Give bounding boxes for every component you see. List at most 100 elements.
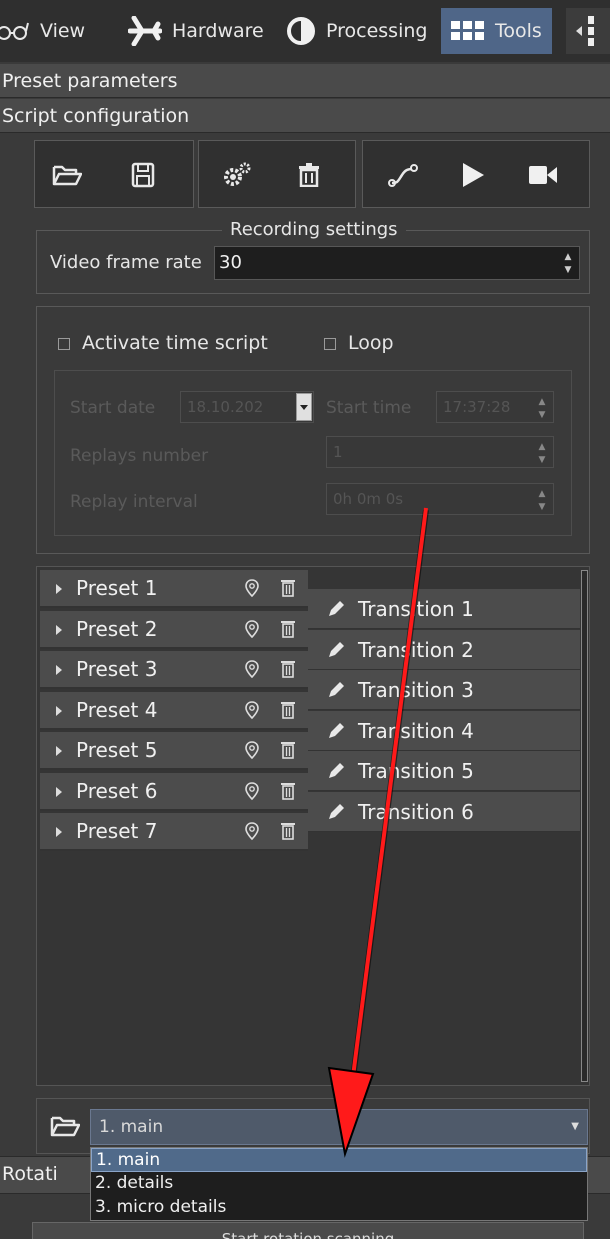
- script-select[interactable]: 1. main ▼: [90, 1109, 588, 1145]
- preset-label: Preset 3: [76, 657, 158, 681]
- save-button[interactable]: [123, 155, 163, 195]
- pencil-icon[interactable]: [326, 599, 346, 619]
- playback-toolbar: [362, 140, 590, 208]
- transition-item[interactable]: Transition 1: [308, 589, 580, 629]
- tab-tools-label: Tools: [495, 20, 542, 42]
- preset-item[interactable]: Preset 6: [40, 772, 308, 811]
- edit-toolbar: [198, 140, 356, 208]
- loop-checkbox[interactable]: Loop: [324, 332, 394, 354]
- open-button[interactable]: [47, 155, 87, 195]
- record-button[interactable]: [523, 155, 563, 195]
- trash-icon[interactable]: [280, 740, 296, 760]
- preset-label: Preset 7: [76, 819, 158, 843]
- trash-icon[interactable]: [280, 700, 296, 720]
- folder-open-icon: [50, 1116, 81, 1137]
- glasses-icon: [0, 22, 29, 40]
- pencil-icon[interactable]: [326, 640, 346, 660]
- transition-item[interactable]: Transition 3: [308, 670, 580, 710]
- transition-label: Transition 1: [358, 597, 474, 621]
- tab-processing[interactable]: Processing: [286, 8, 427, 54]
- preset-item[interactable]: Preset 3: [40, 651, 308, 689]
- transition-item[interactable]: Transition 5: [308, 751, 580, 791]
- replays-number-field[interactable]: 1 ▲ ▼: [326, 436, 554, 468]
- folder-open-icon: [52, 165, 82, 186]
- pencil-icon[interactable]: [326, 680, 346, 700]
- activate-time-script-label: Activate time script: [82, 332, 268, 354]
- tab-tools[interactable]: Tools: [441, 8, 552, 54]
- transition-item[interactable]: Transition 4: [308, 710, 580, 751]
- start-date-field[interactable]: 18.10.202: [180, 391, 314, 423]
- delete-button[interactable]: [289, 155, 329, 195]
- date-picker-button[interactable]: [296, 393, 312, 421]
- tab-hardware[interactable]: Hardware: [128, 8, 264, 54]
- frame-rate-spinbox[interactable]: 30 ▲ ▼: [214, 246, 580, 280]
- replay-interval-label: Replay interval: [70, 492, 198, 512]
- settings-button[interactable]: [217, 155, 257, 195]
- preset-parameters-header[interactable]: Preset parameters: [0, 64, 610, 98]
- trash-icon[interactable]: [280, 821, 296, 841]
- recording-settings-legend: Recording settings: [222, 219, 406, 240]
- preset-label: Preset 1: [76, 576, 158, 600]
- trash-icon[interactable]: [280, 619, 296, 639]
- location-pin-icon[interactable]: [244, 659, 260, 681]
- tab-processing-label: Processing: [326, 20, 428, 42]
- tab-view[interactable]: View: [0, 8, 85, 54]
- script-option[interactable]: 1. main: [91, 1148, 587, 1172]
- replay-interval-field[interactable]: 0h 0m 0s ▲ ▼: [326, 483, 554, 515]
- expand-arrow-icon[interactable]: [56, 705, 62, 716]
- preset-label: Preset 6: [76, 778, 158, 803]
- location-pin-icon[interactable]: [244, 700, 260, 722]
- preset-label: Preset 2: [76, 616, 158, 641]
- transition-label: Transition 6: [358, 799, 474, 824]
- path-icon: [388, 164, 418, 187]
- expand-arrow-icon[interactable]: [56, 786, 62, 797]
- script-option[interactable]: 3. micro details: [91, 1196, 587, 1220]
- trash-icon[interactable]: [280, 659, 296, 679]
- frame-rate-label: Video frame rate: [50, 252, 202, 273]
- path-button[interactable]: [383, 155, 423, 195]
- location-pin-icon[interactable]: [244, 619, 260, 641]
- preset-item[interactable]: Preset 5: [40, 732, 308, 770]
- start-time-label: Start time: [326, 398, 412, 418]
- more-tabs-icon[interactable]: [566, 8, 610, 54]
- start-time-field[interactable]: 17:37:28 ▲ ▼: [436, 391, 554, 423]
- location-pin-icon[interactable]: [244, 821, 260, 843]
- pencil-icon[interactable]: [326, 761, 346, 781]
- transition-item[interactable]: Transition 2: [308, 629, 580, 670]
- preset-list-scrollbar[interactable]: [581, 570, 588, 1082]
- location-pin-icon[interactable]: [244, 740, 260, 762]
- pencil-icon[interactable]: [326, 721, 346, 741]
- script-option[interactable]: 2. details: [91, 1172, 587, 1196]
- loop-label: Loop: [348, 332, 394, 354]
- play-button[interactable]: [453, 155, 493, 195]
- start-date-value: 18.10.202: [187, 398, 264, 416]
- tab-view-label: View: [40, 20, 86, 42]
- start-time-value: 17:37:28: [443, 398, 511, 416]
- preset-item[interactable]: Preset 1: [40, 570, 308, 608]
- script-configuration-header[interactable]: Script configuration: [0, 99, 610, 133]
- start-rotation-scanning-button[interactable]: Start rotation scanning: [32, 1222, 584, 1239]
- preset-item[interactable]: Preset 2: [40, 610, 308, 649]
- trash-icon[interactable]: [280, 578, 296, 598]
- expand-arrow-icon[interactable]: [56, 624, 62, 635]
- location-pin-icon[interactable]: [244, 781, 260, 803]
- expand-arrow-icon[interactable]: [56, 584, 62, 594]
- preset-item[interactable]: Preset 4: [40, 691, 308, 730]
- save-icon: [131, 162, 155, 188]
- transition-item[interactable]: Transition 6: [308, 791, 580, 832]
- spin-arrows-icon[interactable]: ▲ ▼: [561, 251, 575, 277]
- load-script-button[interactable]: [50, 1114, 81, 1142]
- expand-arrow-icon[interactable]: [56, 746, 62, 756]
- trash-icon[interactable]: [280, 781, 296, 801]
- start-rotation-scanning-label: Start rotation scanning: [221, 1230, 395, 1239]
- expand-arrow-icon[interactable]: [56, 665, 62, 675]
- replays-number-value: 1: [333, 443, 343, 461]
- pencil-icon[interactable]: [326, 802, 346, 822]
- location-pin-icon[interactable]: [244, 578, 260, 600]
- preset-item[interactable]: Preset 7: [40, 813, 308, 851]
- replays-number-label: Replays number: [70, 446, 209, 466]
- preset-label: Preset 4: [76, 697, 158, 722]
- expand-arrow-icon[interactable]: [56, 827, 62, 837]
- activate-time-script-checkbox[interactable]: Activate time script: [58, 332, 268, 354]
- play-icon: [463, 163, 484, 187]
